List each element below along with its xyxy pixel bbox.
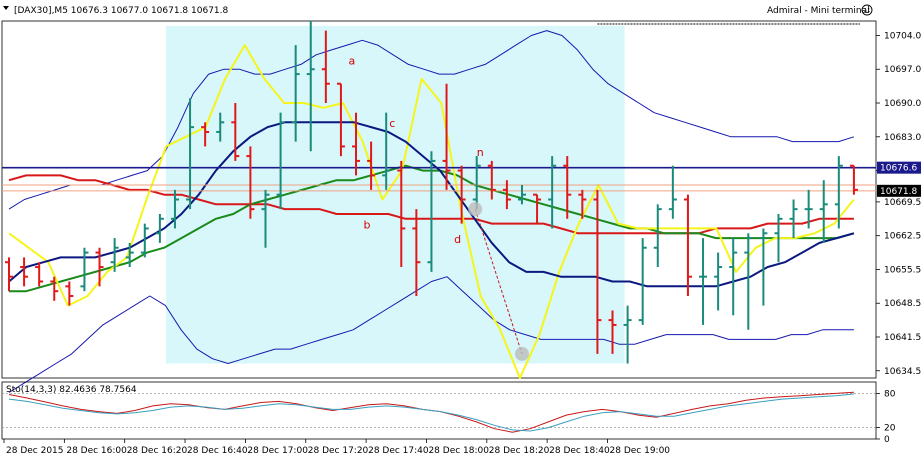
highlight-zone (165, 25, 625, 364)
wave-annotation: n (477, 146, 484, 159)
price-level-label: 10676.6 (880, 164, 917, 174)
stochastic-title: Sto(14,3,3) 82.4636 78.7564 (6, 385, 137, 395)
wave-annotation: a (348, 54, 355, 67)
y-tick-label: 10641.5 (884, 333, 921, 343)
x-tick-label: 28 Dec 16:40 (187, 446, 248, 456)
x-tick-label: 28 Dec 17:20 (308, 446, 369, 456)
y-tick-label: 10648.5 (884, 299, 921, 309)
sto-tick-label: 80 (884, 389, 896, 399)
sto-tick-label: 0 (884, 435, 890, 445)
y-tick-label: 10669.5 (884, 198, 921, 208)
y-tick-label: 10704.0 (884, 31, 921, 41)
price-level-label: 10671.8 (880, 187, 917, 197)
x-tick-label: 28 Dec 16:00 (66, 446, 127, 456)
x-tick-label: 28 Dec 19:00 (610, 446, 671, 456)
trading-chart[interactable]: 10704.010697.010690.010683.010676.010669… (0, 0, 922, 461)
terminal-label: Admiral - Mini terminal (767, 6, 870, 16)
sto-tick-label: 20 (884, 424, 896, 434)
trade-entry-marker[interactable] (468, 202, 483, 217)
y-tick-label: 10655.5 (884, 265, 921, 275)
wave-annotation: b (364, 218, 371, 231)
x-tick-label: 28 Dec 17:40 (368, 446, 429, 456)
x-tick-label: 28 Dec 2015 (6, 446, 64, 456)
y-tick-label: 10662.5 (884, 232, 921, 242)
y-tick-label: 10683.0 (884, 133, 921, 143)
wave-annotation: c (389, 117, 395, 130)
x-tick-label: 28 Dec 18:20 (489, 446, 550, 456)
x-tick-label: 28 Dec 18:40 (549, 446, 610, 456)
symbol-title: [DAX30],M5 10676.3 10677.0 10671.8 10671… (14, 6, 229, 16)
wave-annotation: d (454, 233, 461, 246)
y-tick-label: 10697.0 (884, 65, 921, 75)
y-tick-label: 10690.0 (884, 99, 921, 109)
x-tick-label: 28 Dec 16:20 (127, 446, 188, 456)
y-tick-label: 10634.5 (884, 367, 921, 377)
trade-exit-marker[interactable] (514, 346, 529, 361)
x-tick-label: 28 Dec 17:00 (247, 446, 308, 456)
x-tick-label: 28 Dec 18:00 (428, 446, 489, 456)
